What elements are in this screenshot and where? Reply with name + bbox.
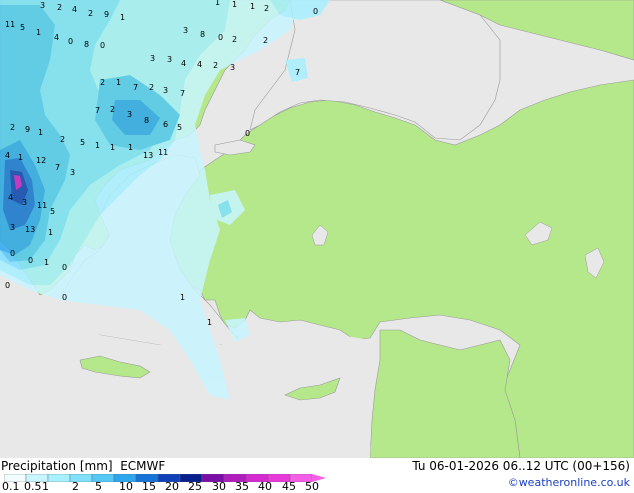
precip-value-label: 1	[180, 293, 185, 302]
precip-value-label: 1	[44, 258, 49, 267]
precip-value-label: 9	[25, 125, 30, 134]
precip-value-label: 1	[95, 141, 100, 150]
precip-value-label: 2	[149, 83, 154, 92]
precip-value-label: 0	[10, 249, 15, 258]
precip-value-label: 0	[218, 33, 223, 42]
legend-title: Precipitation [mm] ECMWF	[1, 459, 165, 473]
scale-tick-label: 1	[42, 480, 49, 493]
precip-value-label: 5	[80, 138, 85, 147]
precip-value-label: 2	[213, 61, 218, 70]
precip-value-label: 0	[245, 129, 250, 138]
precip-value-label: 2	[232, 35, 237, 44]
model-name: ECMWF	[120, 459, 166, 473]
precip-value-label: 1	[110, 143, 115, 152]
precip-value-label: 3	[127, 110, 132, 119]
precip-value-label: 7	[55, 163, 60, 172]
scale-tick-label: 2	[72, 480, 79, 493]
precip-value-label: 3	[230, 63, 235, 72]
precip-value-label: 0	[100, 41, 105, 50]
precip-value-label: 4	[8, 193, 13, 202]
precip-value-label: 2	[88, 9, 93, 18]
precip-value-label: 4	[5, 151, 10, 160]
precip-value-label: 1	[232, 0, 237, 9]
precip-value-label: 2	[57, 3, 62, 12]
scale-tick-label: 25	[188, 480, 202, 493]
scale-tick-label: 10	[119, 480, 133, 493]
precip-value-label: 0	[68, 37, 73, 46]
precip-value-label: 2	[263, 36, 268, 45]
precip-value-label: 9	[104, 10, 109, 19]
scale-tick-label: 20	[165, 480, 179, 493]
precip-value-label: 4	[54, 33, 59, 42]
valid-datetime: Tu 06-01-2026 06..12 UTC (00+156)	[412, 459, 630, 473]
credit-text: ©weatheronline.co.uk	[507, 476, 630, 489]
precip-value-label: 7	[133, 83, 138, 92]
scale-tick-label: 30	[212, 480, 226, 493]
precip-value-label: 2	[60, 135, 65, 144]
legend-title-text: Precipitation [mm]	[1, 459, 113, 473]
precip-value-label: 4	[72, 5, 77, 14]
scale-tick-label: 0.1	[2, 480, 20, 493]
precip-value-label: 0	[28, 256, 33, 265]
precip-value-label: 2	[110, 105, 115, 114]
precip-value-label: 4	[197, 60, 202, 69]
precip-value-label: 1	[48, 228, 53, 237]
precip-value-label: 0	[62, 293, 67, 302]
precipitation-map: 3 2 4 2 9 11 1 1 2 011 514 0 8 03 8 0 2 23 3 4 4 2 372 17 2 3 77 23…	[0, 0, 634, 458]
precip-value-label: 11	[37, 201, 47, 210]
precip-value-label: 8	[84, 40, 89, 49]
precip-value-label: 7	[295, 68, 300, 77]
precip-value-label: 3	[40, 1, 45, 10]
precip-value-label: 1	[120, 13, 125, 22]
precip-value-label: 3	[70, 168, 75, 177]
scale-tick-label: 45	[282, 480, 296, 493]
precip-value-label: 3	[163, 86, 168, 95]
precip-value-label: 5	[20, 23, 25, 32]
precip-value-label: 13	[143, 151, 153, 160]
precip-value-label: 3	[150, 54, 155, 63]
scale-tick-label: 0.5	[24, 480, 42, 493]
precip-value-label: 1	[250, 2, 255, 11]
precip-value-label: 7	[180, 89, 185, 98]
precip-value-label: 11	[158, 148, 168, 157]
precip-value-label: 3	[10, 223, 15, 232]
precip-value-label: 1	[215, 0, 220, 7]
precip-value-label: 3	[167, 55, 172, 64]
scale-tick-label: 40	[258, 480, 272, 493]
precip-value-label: 0	[313, 7, 318, 16]
scale-tick-label: 35	[235, 480, 249, 493]
precip-value-label: 12	[36, 156, 46, 165]
scale-tick-label: 5	[95, 480, 102, 493]
precip-value-label: 1	[38, 128, 43, 137]
precip-value-label: 3	[183, 26, 188, 35]
precip-value-label: 6	[163, 120, 168, 129]
precip-value-label: 1	[207, 318, 212, 327]
precip-value-label: 2	[264, 4, 269, 13]
precip-value-label: 1	[36, 28, 41, 37]
precip-value-label: 2	[10, 123, 15, 132]
precip-value-label: 2	[100, 78, 105, 87]
precip-value-label: 13	[25, 225, 35, 234]
precip-value-label: 0	[62, 263, 67, 272]
precip-value-label: 7	[95, 106, 100, 115]
precip-value-label: 5	[50, 207, 55, 216]
precip-value-label: 1	[116, 78, 121, 87]
precip-value-label: 8	[144, 116, 149, 125]
levant-land	[369, 329, 521, 458]
legend-bar: Precipitation [mm] ECMWF Tu 06-01-2026 0…	[0, 458, 634, 493]
scale-tick-label: 15	[142, 480, 156, 493]
precip-value-label: 5	[177, 123, 182, 132]
precip-value-label: 1	[18, 153, 23, 162]
precip-value-label: 0	[5, 281, 10, 290]
scale-tick-label: 50	[305, 480, 319, 493]
precip-value-label: 11	[5, 20, 15, 29]
precip-value-label: 4	[181, 59, 186, 68]
precip-value-label: 8	[200, 30, 205, 39]
precip-value-label: 1	[128, 143, 133, 152]
color-scale-swatch	[47, 474, 71, 482]
precip-value-label: 3	[22, 198, 27, 207]
